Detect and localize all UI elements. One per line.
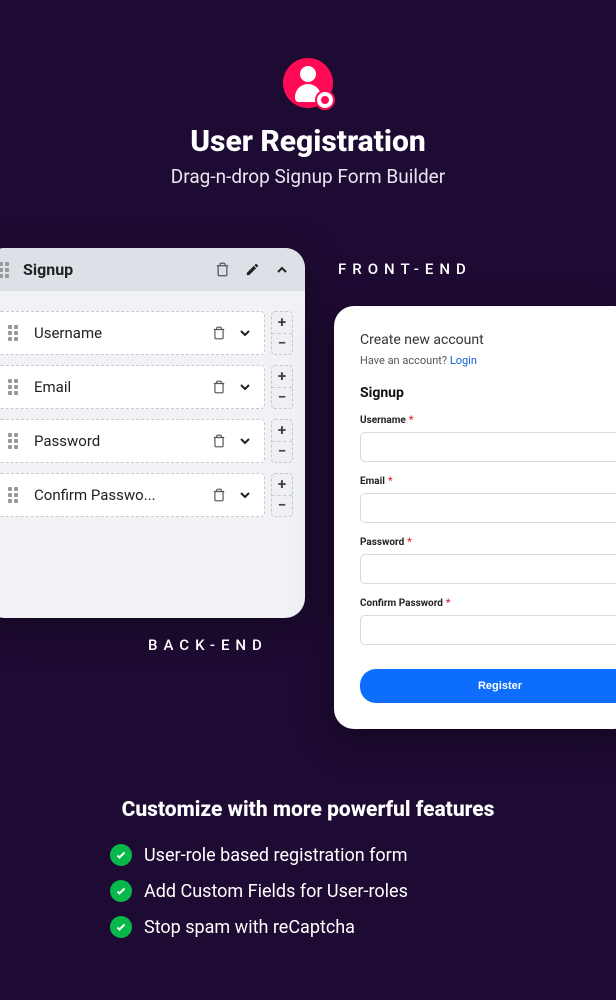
app-logo-icon [283,58,333,108]
form-title: Create new account [360,332,616,348]
input-label: Confirm Password* [360,598,616,609]
add-field-button[interactable]: + [272,312,292,334]
trash-icon[interactable] [210,432,228,450]
builder-field-row[interactable]: Username [0,311,265,355]
collapse-icon[interactable] [273,261,291,279]
page-title: User Registration [0,124,616,159]
builder-title: Signup [23,260,213,279]
drag-handle-icon[interactable] [8,433,22,449]
remove-field-button[interactable]: − [272,388,292,409]
add-remove-control: + − [271,365,293,409]
form-subtitle: Have an account? Login [360,354,616,367]
drag-handle-icon[interactable] [8,325,22,341]
username-input[interactable] [360,432,616,462]
frontend-form-panel: Create new account Have an account? Logi… [334,306,616,729]
hero-header: User Registration Drag-n-drop Signup For… [0,0,616,188]
check-icon [110,844,132,866]
add-remove-control: + − [271,419,293,463]
trash-icon[interactable] [210,378,228,396]
expand-icon[interactable] [236,486,254,504]
remove-field-button[interactable]: − [272,496,292,517]
expand-icon[interactable] [236,378,254,396]
register-button[interactable]: Register [360,669,616,703]
field-label: Username [34,324,210,342]
check-icon [110,880,132,902]
page-subtitle: Drag-n-drop Signup Form Builder [0,165,616,188]
edit-icon[interactable] [243,261,261,279]
add-field-button[interactable]: + [272,366,292,388]
feature-text: User-role based registration form [144,845,408,866]
field-label: Confirm Passwo... [34,486,210,504]
features-heading: Customize with more powerful features [80,798,536,822]
password-input[interactable] [360,554,616,584]
remove-field-button[interactable]: − [272,442,292,463]
add-remove-control: + − [271,311,293,355]
input-label: Email* [360,476,616,487]
field-label: Email [34,378,210,396]
drag-handle-icon[interactable] [8,379,22,395]
builder-field-row[interactable]: Confirm Passwo... [0,473,265,517]
input-label: Username* [360,415,616,426]
add-field-button[interactable]: + [272,474,292,496]
field-label: Password [34,432,210,450]
remove-field-button[interactable]: − [272,334,292,355]
login-link[interactable]: Login [450,354,477,367]
builder-field-row[interactable]: Email [0,365,265,409]
input-label: Password* [360,537,616,548]
backend-builder-panel: Signup Username [0,248,305,618]
feature-text: Stop spam with reCaptcha [144,917,355,938]
backend-label: BACK-END [148,636,268,654]
expand-icon[interactable] [236,432,254,450]
feature-item: User-role based registration form [110,844,536,866]
add-remove-control: + − [271,473,293,517]
form-heading: Signup [360,385,616,401]
frontend-label: FRONT-END [338,260,472,278]
trash-icon[interactable] [210,324,228,342]
drag-handle-icon[interactable] [8,487,22,503]
feature-item: Stop spam with reCaptcha [110,916,536,938]
drag-handle-icon[interactable] [0,262,13,278]
feature-text: Add Custom Fields for User-roles [144,881,408,902]
confirm password-input[interactable] [360,615,616,645]
check-icon [110,916,132,938]
features-section: Customize with more powerful features Us… [0,798,616,938]
builder-field-row[interactable]: Password [0,419,265,463]
feature-item: Add Custom Fields for User-roles [110,880,536,902]
trash-icon[interactable] [210,486,228,504]
email-input[interactable] [360,493,616,523]
builder-header: Signup [0,248,305,291]
expand-icon[interactable] [236,324,254,342]
trash-icon[interactable] [213,261,231,279]
add-field-button[interactable]: + [272,420,292,442]
